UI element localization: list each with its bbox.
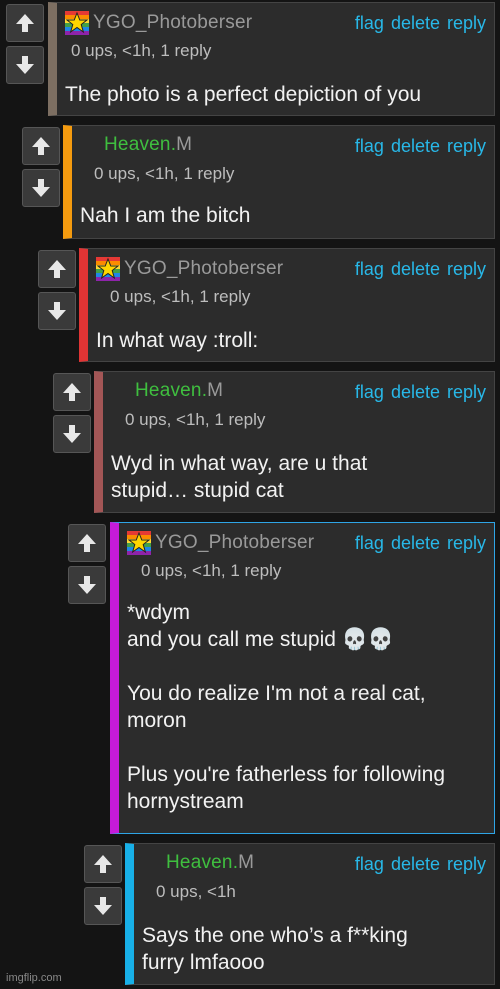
arrow-down-icon xyxy=(48,302,66,320)
comment-actions: flag delete reply xyxy=(348,136,486,157)
comment-meta: 0 ups, <1h xyxy=(156,882,236,901)
reply-link[interactable]: reply xyxy=(447,854,486,874)
delete-link[interactable]: delete xyxy=(391,382,440,402)
comment-username[interactable]: YGO_Photoberser xyxy=(124,258,283,280)
reply-link[interactable]: reply xyxy=(447,382,486,402)
rainbow-star-flag-icon xyxy=(96,257,120,281)
watermark: imgflip.com xyxy=(6,972,62,984)
flag-link[interactable]: flag xyxy=(355,259,384,279)
upvote-button[interactable] xyxy=(84,845,122,883)
flag-link[interactable]: flag xyxy=(355,136,384,156)
comment-meta: 0 ups, <1h, 1 reply xyxy=(141,561,282,580)
comment-username[interactable]: Heaven. xyxy=(111,380,207,402)
reply-link[interactable]: reply xyxy=(447,259,486,279)
vote-controls xyxy=(53,373,91,453)
comment-meta: 0 ups, <1h, 1 reply xyxy=(94,164,235,183)
rainbow-star-flag-icon xyxy=(127,531,151,555)
mod-badge: M xyxy=(207,380,224,401)
arrow-up-icon xyxy=(94,855,112,873)
comment-text: Nah I am the bitch xyxy=(80,204,251,227)
comment-actions: flag delete reply xyxy=(348,533,486,554)
comment-text: In what way :troll: xyxy=(96,329,259,352)
comment-meta: 0 ups, <1h, 1 reply xyxy=(110,287,251,306)
vote-controls xyxy=(22,127,60,207)
comment-header: YGO_Photoberser xyxy=(127,531,314,555)
comment-meta: 0 ups, <1h, 1 reply xyxy=(125,410,266,429)
comment-actions: flag delete reply xyxy=(348,13,486,34)
comment-meta: 0 ups, <1h, 1 reply xyxy=(71,41,212,60)
comment-text: Wyd in what way, are u that stupid… stup… xyxy=(111,452,368,502)
reply-link[interactable]: reply xyxy=(447,13,486,33)
rainbow-star-flag-icon xyxy=(65,11,89,35)
upvote-button[interactable] xyxy=(22,127,60,165)
downvote-button[interactable] xyxy=(38,292,76,330)
flag-link[interactable]: flag xyxy=(355,382,384,402)
comment: YGO_Photoberser flag delete reply 0 ups, <… xyxy=(79,248,495,362)
comment-username[interactable]: Heaven. xyxy=(142,852,238,874)
downvote-button[interactable] xyxy=(84,887,122,925)
arrow-up-icon xyxy=(78,534,96,552)
comment-highlighted: YGO_Photoberser flag delete reply 0 ups, <… xyxy=(110,522,495,834)
comment: Heaven. M flag delete reply 0 ups, <1h, 1 … xyxy=(63,125,495,239)
arrow-down-icon xyxy=(94,897,112,915)
arrow-up-icon xyxy=(63,383,81,401)
comment-actions: flag delete reply xyxy=(348,382,486,403)
delete-link[interactable]: delete xyxy=(391,13,440,33)
comment: Heaven. M flag delete reply 0 ups, <1h, 1 … xyxy=(94,371,495,513)
flag-link[interactable]: flag xyxy=(355,533,384,553)
comment-header: YGO_Photoberser xyxy=(96,257,283,281)
reply-link[interactable]: reply xyxy=(447,533,486,553)
vote-controls xyxy=(6,4,44,84)
delete-link[interactable]: delete xyxy=(391,259,440,279)
comment-username[interactable]: YGO_Photoberser xyxy=(155,532,314,554)
delete-link[interactable]: delete xyxy=(391,136,440,156)
comment: Heaven. M flag delete reply 0 ups, <1h Say… xyxy=(125,843,495,985)
delete-link[interactable]: delete xyxy=(391,533,440,553)
comment-header: YGO_Photoberser xyxy=(65,11,252,35)
mod-badge: M xyxy=(238,852,255,873)
vote-controls xyxy=(84,845,122,925)
comment-header: Heaven. M xyxy=(111,380,223,402)
comment-text: Says the one who’s a f**king furry lmfao… xyxy=(142,924,408,974)
downvote-button[interactable] xyxy=(68,566,106,604)
downvote-button[interactable] xyxy=(22,169,60,207)
comment-header: Heaven. M xyxy=(142,852,254,874)
arrow-up-icon xyxy=(16,14,34,32)
comment-actions: flag delete reply xyxy=(348,854,486,875)
downvote-button[interactable] xyxy=(53,415,91,453)
arrow-down-icon xyxy=(32,179,50,197)
upvote-button[interactable] xyxy=(53,373,91,411)
comment-header: Heaven. M xyxy=(80,134,192,156)
delete-link[interactable]: delete xyxy=(391,854,440,874)
vote-controls xyxy=(68,524,106,604)
arrow-down-icon xyxy=(78,576,96,594)
comment-text: The photo is a perfect depiction of you xyxy=(65,83,422,106)
flag-link[interactable]: flag xyxy=(355,854,384,874)
vote-controls xyxy=(38,250,76,330)
arrow-down-icon xyxy=(16,56,34,74)
mod-badge: M xyxy=(176,134,193,155)
comment: YGO_Photoberser flag delete reply 0 ups, <… xyxy=(48,2,495,116)
downvote-button[interactable] xyxy=(6,46,44,84)
comment-actions: flag delete reply xyxy=(348,259,486,280)
reply-link[interactable]: reply xyxy=(447,136,486,156)
arrow-up-icon xyxy=(48,260,66,278)
upvote-button[interactable] xyxy=(38,250,76,288)
arrow-down-icon xyxy=(63,425,81,443)
arrow-up-icon xyxy=(32,137,50,155)
comment-username[interactable]: YGO_Photoberser xyxy=(93,12,252,34)
upvote-button[interactable] xyxy=(6,4,44,42)
comment-text: *wdym and you call me stupid 💀💀 You do r… xyxy=(127,601,445,813)
flag-link[interactable]: flag xyxy=(355,13,384,33)
comment-username[interactable]: Heaven. xyxy=(80,134,176,156)
upvote-button[interactable] xyxy=(68,524,106,562)
